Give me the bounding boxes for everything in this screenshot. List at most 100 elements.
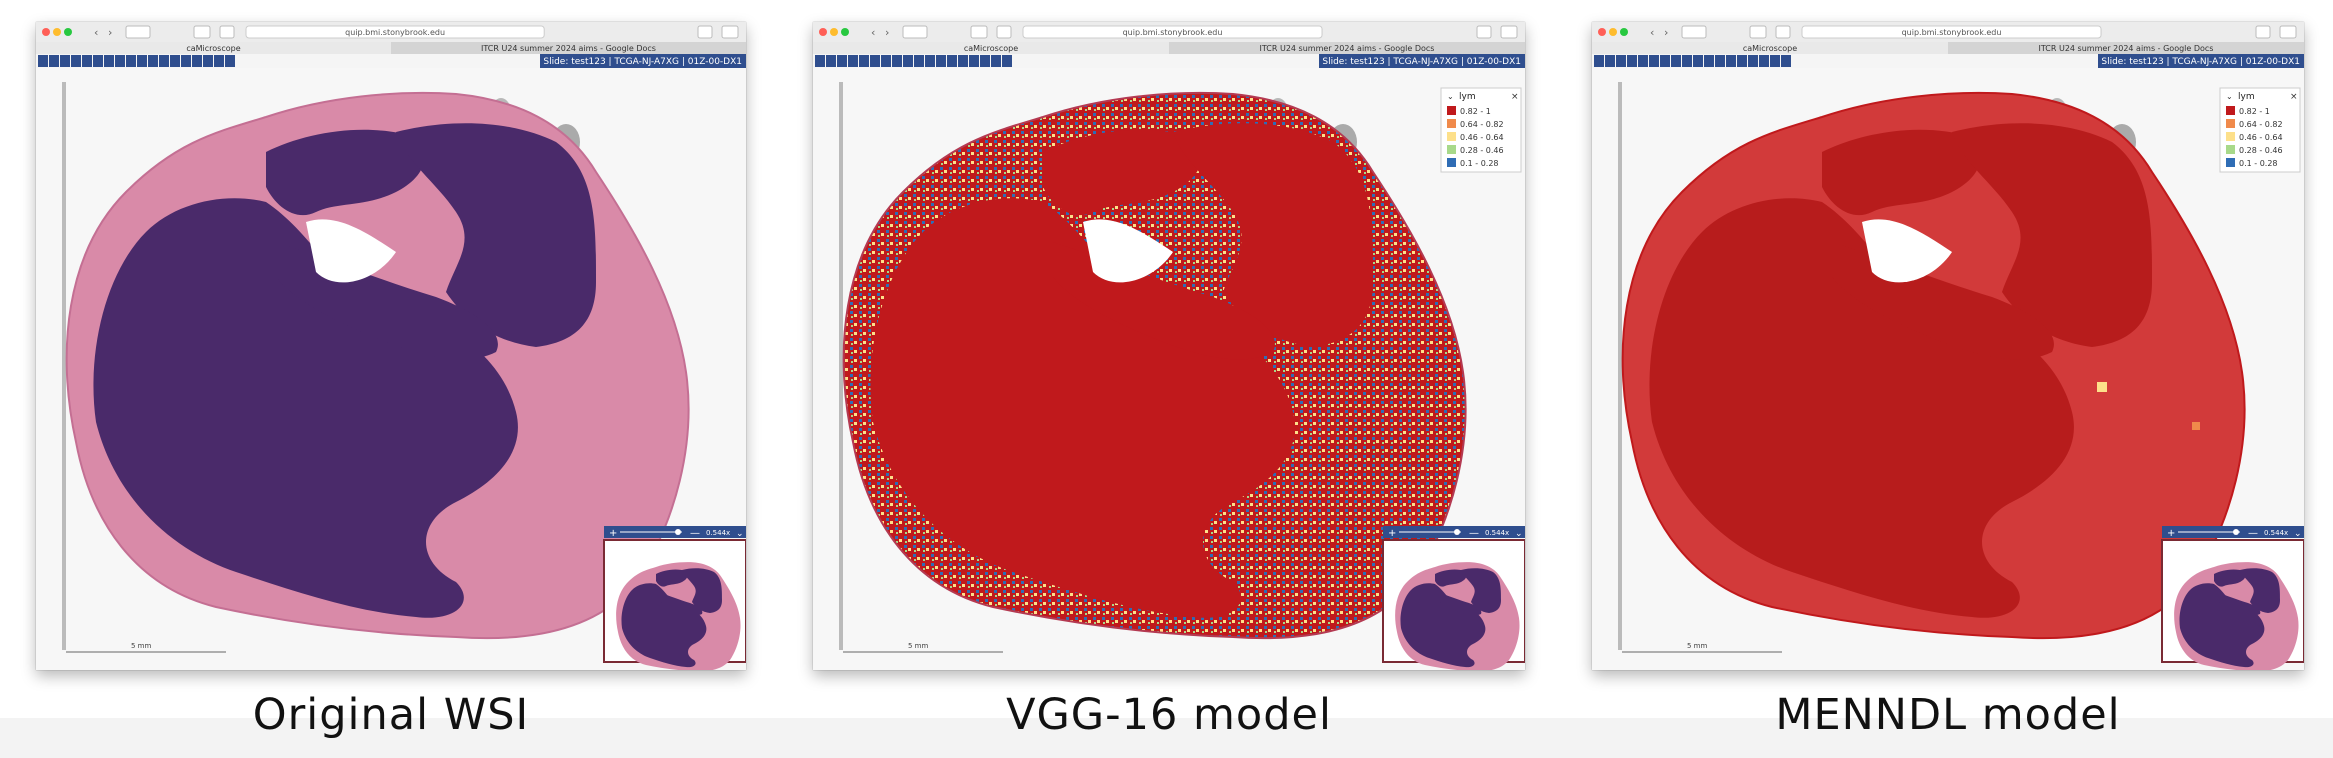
heatmap-icon[interactable] [958, 55, 968, 67]
contrast-icon[interactable] [115, 55, 125, 67]
ruler-icon[interactable] [1660, 55, 1670, 67]
share-icon[interactable] [1476, 25, 1492, 39]
zoom-slider-handle[interactable] [2233, 529, 2239, 535]
back-arrow-icon[interactable]: ‹ [871, 26, 875, 39]
layers-icon[interactable] [914, 55, 924, 67]
image-icon[interactable] [148, 55, 158, 67]
zoom-out-icon[interactable]: — [2248, 528, 2258, 539]
minimize-window-button[interactable] [1609, 28, 1617, 36]
sidebar-toggle-icon[interactable] [1681, 25, 1707, 39]
zoom-collapse-icon[interactable]: ⌄ [736, 529, 744, 539]
eyedropper-icon[interactable] [1638, 55, 1648, 67]
zoom-collapse-icon[interactable]: ⌄ [2294, 529, 2302, 539]
eyedropper-icon[interactable] [859, 55, 869, 67]
chart-icon[interactable] [1726, 55, 1736, 67]
search-icon[interactable] [93, 55, 103, 67]
ruler-icon[interactable] [881, 55, 891, 67]
zoom-collapse-icon[interactable]: ⌄ [1515, 529, 1523, 539]
minimize-window-button[interactable] [53, 28, 61, 36]
close-window-button[interactable] [819, 28, 827, 36]
image-icon[interactable] [1704, 55, 1714, 67]
share-icon[interactable] [1682, 55, 1692, 67]
share-icon[interactable] [697, 25, 713, 39]
home-icon[interactable] [193, 25, 211, 39]
zoom-slider-handle[interactable] [675, 529, 681, 535]
apps-icon[interactable] [38, 55, 48, 67]
shield-icon[interactable] [1775, 25, 1791, 39]
forward-arrow-icon[interactable]: › [1664, 26, 1668, 39]
forward-arrow-icon[interactable]: › [108, 26, 112, 39]
pen-icon[interactable] [1627, 55, 1637, 67]
tab-overview-icon[interactable] [1500, 25, 1518, 39]
layers-icon[interactable] [1693, 55, 1703, 67]
home-icon[interactable] [1616, 55, 1626, 67]
zoom-in-icon[interactable]: + [1388, 528, 1396, 539]
home-icon[interactable] [60, 55, 70, 67]
search-icon[interactable] [870, 55, 880, 67]
label-icon[interactable] [936, 55, 946, 67]
contrast-icon[interactable] [892, 55, 902, 67]
collapse-icon[interactable] [1002, 55, 1012, 67]
zoom-window-button[interactable] [64, 28, 72, 36]
shield-icon[interactable] [996, 25, 1012, 39]
label-icon[interactable] [1715, 55, 1725, 67]
tissue-specimen[interactable] [1621, 91, 2246, 640]
heatmap-icon[interactable] [1737, 55, 1747, 67]
apps-icon[interactable] [815, 55, 825, 67]
collapse-icon[interactable] [1781, 55, 1791, 67]
shield-icon[interactable] [219, 25, 235, 39]
legend-collapse-icon[interactable]: ⌄ [1447, 92, 1454, 101]
label-icon[interactable] [159, 55, 169, 67]
collapse-icon[interactable] [225, 55, 235, 67]
annotation-icon[interactable] [192, 55, 202, 67]
help-icon[interactable] [1770, 55, 1780, 67]
layers-icon[interactable] [137, 55, 147, 67]
pen-icon[interactable] [848, 55, 858, 67]
share-icon[interactable] [2255, 25, 2271, 39]
help-icon[interactable] [991, 55, 1001, 67]
heatmap-icon[interactable] [181, 55, 191, 67]
zoom-out-icon[interactable]: — [1469, 528, 1479, 539]
back-arrow-icon[interactable]: ‹ [94, 26, 98, 39]
chart-icon[interactable] [170, 55, 180, 67]
zoom-in-icon[interactable]: + [2167, 528, 2175, 539]
camera-icon[interactable] [203, 55, 213, 67]
heatmap-legend[interactable]: ⌄ lym × 0.82 - 1 0.64 - 0.82 0.46 - 0.64 0.28 … [1440, 87, 1522, 173]
ruler-icon[interactable] [104, 55, 114, 67]
list-icon[interactable] [49, 55, 59, 67]
navigator-thumbnail[interactable] [2161, 539, 2304, 670]
home-icon[interactable] [970, 25, 988, 39]
home-icon[interactable] [837, 55, 847, 67]
legend-collapse-icon[interactable]: ⌄ [2226, 92, 2233, 101]
share-icon[interactable] [903, 55, 913, 67]
camera-icon[interactable] [980, 55, 990, 67]
zoom-window-button[interactable] [1620, 28, 1628, 36]
zoom-slider-handle[interactable] [1454, 529, 1460, 535]
eyedropper-icon[interactable] [82, 55, 92, 67]
home-icon[interactable] [1749, 25, 1767, 39]
zoom-out-icon[interactable]: — [690, 528, 700, 539]
pen-icon[interactable] [71, 55, 81, 67]
camera-icon[interactable] [1759, 55, 1769, 67]
zoom-in-icon[interactable]: + [609, 528, 617, 539]
annotation-icon[interactable] [969, 55, 979, 67]
zoom-window-button[interactable] [841, 28, 849, 36]
contrast-icon[interactable] [1671, 55, 1681, 67]
close-window-button[interactable] [1598, 28, 1606, 36]
sidebar-toggle-icon[interactable] [902, 25, 928, 39]
annotation-icon[interactable] [1748, 55, 1758, 67]
navigator-thumbnail[interactable] [603, 539, 746, 670]
tab-overview-icon[interactable] [721, 25, 739, 39]
list-icon[interactable] [1605, 55, 1615, 67]
image-icon[interactable] [925, 55, 935, 67]
list-icon[interactable] [826, 55, 836, 67]
tissue-specimen[interactable] [842, 91, 1467, 640]
back-arrow-icon[interactable]: ‹ [1650, 26, 1654, 39]
forward-arrow-icon[interactable]: › [885, 26, 889, 39]
apps-icon[interactable] [1594, 55, 1604, 67]
heatmap-legend[interactable]: ⌄ lym × 0.82 - 1 0.64 - 0.82 0.46 - 0.64 0.28 … [2219, 87, 2301, 173]
navigator-thumbnail[interactable] [1382, 539, 1525, 670]
help-icon[interactable] [214, 55, 224, 67]
tab-overview-icon[interactable] [2279, 25, 2297, 39]
share-icon[interactable] [126, 55, 136, 67]
